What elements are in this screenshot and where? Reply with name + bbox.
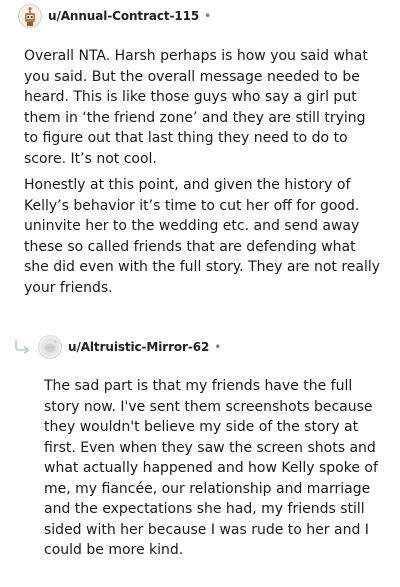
comment-altruistic-mirror: u/Altruistic-Mirror-62 • The sad part is… <box>0 330 400 567</box>
reply-arrow-icon <box>14 338 32 356</box>
comment-header: u/Annual-Contract-115 • <box>0 0 400 32</box>
separator-dot: • <box>204 9 212 23</box>
comment-body: The sad part is that my friends have the… <box>0 364 400 561</box>
comment-paragraph: Overall NTA. Harsh perhaps is how you sa… <box>24 48 368 167</box>
default-avatar-icon[interactable] <box>38 335 62 359</box>
comment-body: Overall NTA. Harsh perhaps is how you sa… <box>0 32 400 298</box>
robot-avatar-icon[interactable] <box>18 4 42 28</box>
comment-annual-contract: u/Annual-Contract-115 • Overall NTA. Har… <box>0 0 400 304</box>
comment-paragraph: The sad part is that my friends have the… <box>44 378 378 558</box>
separator-dot: • <box>214 340 222 354</box>
comment-paragraph: Honestly at this point, and given the hi… <box>24 177 381 296</box>
username[interactable]: u/Annual-Contract-115 <box>48 9 199 23</box>
username[interactable]: u/Altruistic-Mirror-62 <box>68 340 209 354</box>
comment-header: u/Altruistic-Mirror-62 • <box>0 330 400 364</box>
